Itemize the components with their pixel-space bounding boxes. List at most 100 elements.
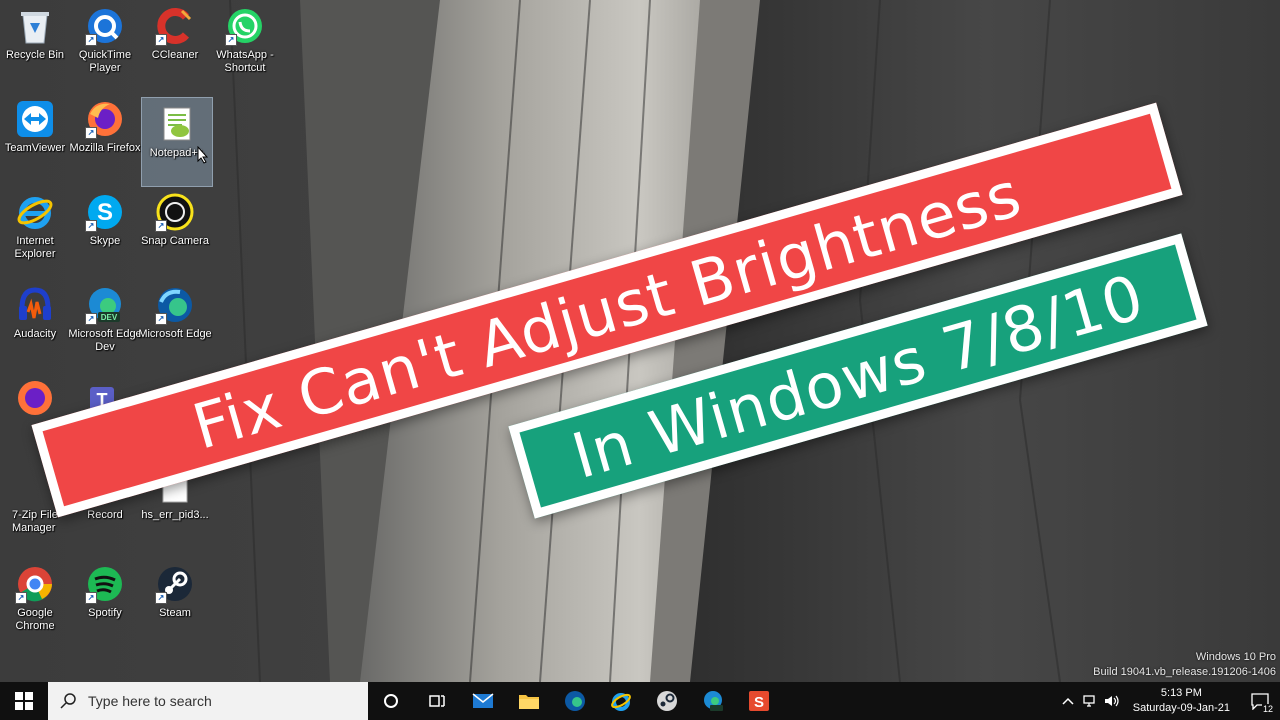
desktop-icon-label: Snap Camera <box>141 235 209 247</box>
desktop-icon-skype[interactable]: S ↗ Skype <box>70 186 140 274</box>
desktop-icon-recycle-bin[interactable]: Recycle Bin <box>0 0 70 88</box>
desktop-icon-chrome[interactable]: ↗ Google Chrome <box>0 558 70 646</box>
desktop-icon-label: hs_err_pid3... <box>141 509 209 521</box>
windows-edition: Windows 10 Pro <box>1195 651 1276 663</box>
taskbar-edge[interactable] <box>552 682 598 720</box>
shortcut-arrow-icon: ↗ <box>15 592 27 604</box>
snagit-icon: S <box>749 691 769 711</box>
volume-button[interactable] <box>1101 694 1123 708</box>
notification-count-badge: 12 <box>1261 704 1274 714</box>
cortana-circle-icon <box>384 694 398 708</box>
search-icon <box>60 693 76 709</box>
desktop-icon-internet-explorer[interactable]: Internet Explorer <box>0 186 70 274</box>
desktop-icon-label: Recycle Bin <box>5 49 65 61</box>
desktop-icon-edge-dev[interactable]: DEV ↗ Microsoft Edge Dev <box>68 279 142 367</box>
desktop-icon-label: Spotify <box>88 607 122 619</box>
svg-text:S: S <box>754 694 764 711</box>
shortcut-arrow-icon: ↗ <box>155 220 167 232</box>
network-button[interactable] <box>1079 694 1101 708</box>
steam-icon: ↗ <box>155 564 195 604</box>
desktop-icon-spotify[interactable]: ↗ Spotify <box>70 558 140 646</box>
file-explorer-icon <box>519 695 539 709</box>
taskbar-file-explorer[interactable] <box>506 682 552 720</box>
desktop-icon-steam[interactable]: ↗ Steam <box>140 558 210 646</box>
desktop-icon-label: Google Chrome <box>15 607 55 632</box>
clock-time: 5:13 PM <box>1160 687 1202 699</box>
chrome-icon: ↗ <box>15 564 55 604</box>
shortcut-arrow-icon: ↗ <box>85 34 97 46</box>
spotify-icon: ↗ <box>85 564 125 604</box>
desktop-icon-quicktime[interactable]: ↗ QuickTime Player <box>70 0 140 88</box>
shortcut-arrow-icon: ↗ <box>85 592 97 604</box>
desktop-icon-ccleaner[interactable]: ↗ CCleaner <box>140 0 210 88</box>
search-input[interactable] <box>86 692 350 710</box>
windows-build: Build 19041.vb_release.191206-1406 <box>1093 666 1276 678</box>
desktop-icon-label: Internet Explorer <box>14 235 56 260</box>
desktop-icon-whatsapp[interactable]: ↗ WhatsApp - Shortcut <box>210 0 280 88</box>
start-button[interactable] <box>0 682 48 720</box>
internet-explorer-icon <box>15 192 55 232</box>
shortcut-arrow-icon: ↗ <box>155 34 167 46</box>
recycle-bin-icon <box>15 6 55 46</box>
desktop-icon-audacity[interactable]: Audacity <box>0 279 70 367</box>
desktop-icon-label: Audacity <box>13 328 57 340</box>
task-view-icon <box>429 695 445 707</box>
mouse-cursor-icon <box>197 146 209 164</box>
desktop-icon-edge[interactable]: ↗ Microsoft Edge <box>138 279 212 367</box>
chevron-up-icon <box>1062 697 1074 705</box>
clock-date: Saturday-09-Jan-21 <box>1132 702 1230 714</box>
notepad-plus-plus-icon <box>157 104 197 144</box>
system-tray: 5:13 PM Saturday-09-Jan-21 12 <box>1057 682 1280 720</box>
cortana-button[interactable] <box>368 682 414 720</box>
edge-dev-icon <box>704 691 723 711</box>
show-hidden-icons-button[interactable] <box>1057 697 1079 705</box>
windows-logo-icon <box>15 692 33 710</box>
edge-dev-icon: DEV ↗ <box>85 285 125 325</box>
shortcut-arrow-icon: ↗ <box>225 34 237 46</box>
taskbar-mail[interactable] <box>460 682 506 720</box>
task-view-button[interactable] <box>414 682 460 720</box>
desktop-icon-label: Skype <box>89 235 121 247</box>
audacity-icon <box>15 285 55 325</box>
shortcut-arrow-icon: ↗ <box>85 127 97 139</box>
whatsapp-icon: ↗ <box>225 6 265 46</box>
teamviewer-icon <box>15 99 55 139</box>
quicktime-icon: ↗ <box>85 6 125 46</box>
taskbar-clock[interactable]: 5:13 PM Saturday-09-Jan-21 <box>1123 686 1240 716</box>
edge-icon: ↗ <box>155 285 195 325</box>
desktop-icon-label: QuickTime Player <box>78 49 132 74</box>
desktop-icon-label: TeamViewer <box>4 142 66 154</box>
desktop-icon-label: CCleaner <box>151 49 199 61</box>
taskbar-snagit[interactable]: S <box>736 682 782 720</box>
internet-explorer-icon <box>611 693 631 711</box>
speaker-icon <box>1104 695 1119 707</box>
taskbar-edge-dev[interactable] <box>690 682 736 720</box>
windows-watermark: Windows 10 Pro Build 19041.vb_release.19… <box>1093 650 1276 680</box>
shortcut-arrow-icon: ↗ <box>85 220 97 232</box>
shortcut-arrow-icon: ↗ <box>155 592 167 604</box>
shortcut-arrow-icon: ↗ <box>85 313 97 325</box>
taskbar: S 5:13 PM Saturday-09-Jan-21 12 <box>0 682 1280 720</box>
desktop-icon-label: Microsoft Edge <box>138 328 212 340</box>
desktop-icon-label: Mozilla Firefox <box>69 142 141 154</box>
firefox-icon <box>15 378 55 418</box>
desktop-icon-firefox[interactable]: ↗ Mozilla Firefox <box>70 93 140 181</box>
edge-icon <box>565 691 585 711</box>
taskbar-internet-explorer[interactable] <box>598 682 644 720</box>
desktop-icon-label: Microsoft Edge Dev <box>68 328 142 353</box>
mail-icon <box>472 693 494 708</box>
taskbar-search-box[interactable] <box>48 682 368 720</box>
ccleaner-icon: ↗ <box>155 6 195 46</box>
desktop-icon-snap-camera[interactable]: ↗ Snap Camera <box>140 186 210 274</box>
action-center-button[interactable]: 12 <box>1240 682 1280 720</box>
snap-camera-icon: ↗ <box>155 192 195 232</box>
network-icon <box>1083 695 1095 707</box>
svg-text:S: S <box>97 199 113 226</box>
shortcut-arrow-icon: ↗ <box>155 313 167 325</box>
svg-text:DEV: DEV <box>101 313 118 322</box>
skype-icon: S ↗ <box>85 192 125 232</box>
taskbar-steam[interactable] <box>644 682 690 720</box>
desktop-icon-notepad-plus-plus[interactable]: Notepad++ <box>141 97 213 187</box>
desktop-icon-teamviewer[interactable]: TeamViewer <box>0 93 70 181</box>
steam-icon <box>657 691 677 711</box>
